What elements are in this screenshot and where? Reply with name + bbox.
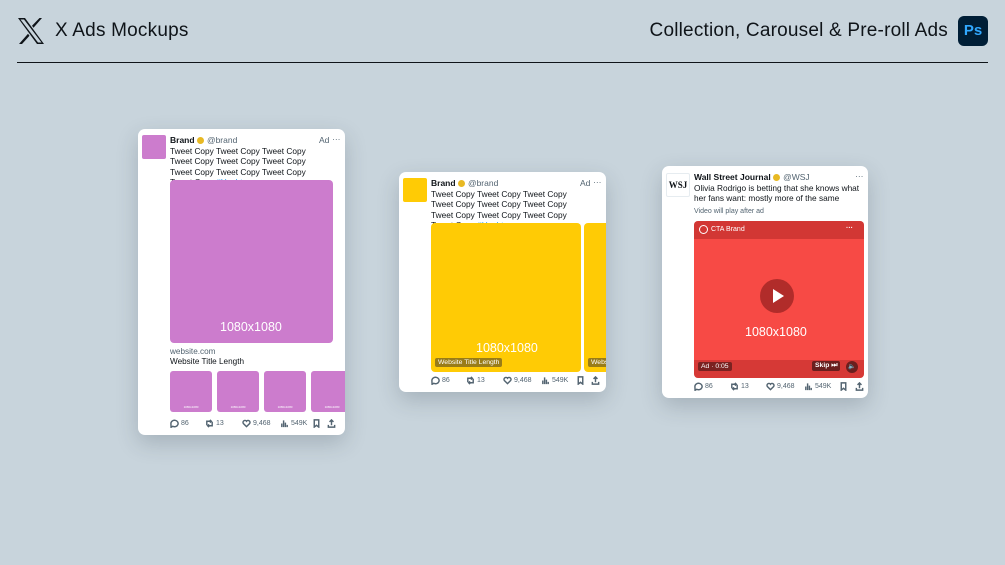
tweet-text: Olivia Rodrigo is betting that she knows… [694,183,860,204]
carousel-slide-next[interactable]: Webs [584,223,606,372]
reply-icon [170,419,179,428]
repost-icon [731,382,738,391]
action-bar: 86 13 9,468 549K [170,419,336,431]
brand-name[interactable]: Brand @brand [170,135,237,145]
repost-icon [467,376,474,385]
more-icon[interactable]: ··· [855,171,864,181]
slide-title-label: Website Title Length [435,358,503,367]
slide-title-label: Webs [588,358,606,367]
share-button[interactable] [855,382,864,391]
skip-button[interactable]: Skip ⏭ [812,361,841,371]
brand-avatar [142,135,166,159]
media-size-label: 1080x1080 [476,341,538,355]
bookmark-icon [313,419,320,428]
media-size-label: 1080x1080 [745,325,807,339]
wsj-avatar: WSJ [666,173,690,197]
preroll-video-player[interactable]: CTA Brand ··· 1080x1080 Ad · 0:05 Skip ⏭… [694,221,864,378]
reply-button[interactable]: 86 [431,376,450,385]
video-more-icon[interactable]: ··· [846,225,853,232]
heart-icon [766,382,775,391]
share-button[interactable] [591,376,600,385]
cta-brand-avatar [699,225,708,234]
video-note: Video will play after ad [694,208,764,215]
website-title[interactable]: Website Title Length [170,357,244,366]
bookmark-icon [840,382,847,391]
bookmark-button[interactable] [312,419,321,428]
reply-icon [694,382,703,391]
page-subtitle: Collection, Carousel & Pre-roll Ads [649,20,948,41]
preroll-ad-card: WSJ Wall Street Journal @WSJ ··· Olivia … [662,166,868,398]
carousel-slide[interactable]: 1080x1080 Website Title Length [431,223,581,372]
share-icon [591,376,600,385]
share-button[interactable] [327,419,336,428]
collection-thumbnail[interactable]: 1080x1080 [264,371,306,412]
more-icon[interactable]: ··· [332,134,341,144]
mute-button[interactable]: 🔈 [846,361,858,373]
share-icon [327,419,336,428]
x-logo-icon [18,18,44,44]
bookmark-button[interactable] [576,376,585,385]
verified-icon [457,179,465,187]
ad-label: Ad [580,178,591,188]
brand-avatar [403,178,427,202]
play-button[interactable] [760,279,794,313]
share-icon [855,382,864,391]
views-icon [281,420,288,428]
media-size-label: 1080x1080 [220,320,282,334]
reply-button[interactable]: 86 [170,419,189,428]
verified-icon [196,136,204,144]
action-bar: 86 13 9,468 549K [431,376,600,388]
header-divider [17,62,988,63]
photoshop-icon: Ps [958,16,988,46]
more-icon[interactable]: ··· [593,177,602,187]
heart-icon [242,419,251,428]
collection-thumbnail[interactable]: 1080x1080 [170,371,212,412]
collection-thumbnail[interactable]: 1080x1080 [311,371,345,412]
page-title: X Ads Mockups [55,20,189,41]
views-button[interactable]: 549K [804,382,831,391]
website-domain[interactable]: website.com [170,347,216,356]
heart-icon [503,376,512,385]
like-button[interactable]: 9,468 [766,382,795,391]
views-button[interactable]: 549K [541,376,568,385]
views-icon [805,383,812,391]
carousel-ad-card: Brand @brand Ad ··· Tweet Copy Tweet Cop… [399,172,606,392]
brand-name[interactable]: Wall Street Journal @WSJ [694,172,810,182]
action-bar: 86 13 9,468 549K [694,382,864,394]
collection-ad-card: Brand @brand Ad ··· Tweet Copy Tweet Cop… [138,129,345,435]
collection-thumbnail[interactable]: 1080x1080 [217,371,259,412]
repost-button[interactable]: 13 [466,376,485,385]
ad-timer: Ad · 0:05 [698,362,732,371]
verified-icon [772,173,780,181]
repost-button[interactable]: 13 [205,419,224,428]
bookmark-icon [577,376,584,385]
like-button[interactable]: 9,468 [242,419,271,428]
repost-icon [206,419,213,428]
reply-button[interactable]: 86 [694,382,713,391]
repost-button[interactable]: 13 [730,382,749,391]
brand-name[interactable]: Brand @brand [431,178,498,188]
mute-icon: 🔈 [848,364,856,370]
collection-hero-media[interactable]: 1080x1080 [170,180,333,343]
skip-icon: ⏭ [831,362,838,369]
views-button[interactable]: 549K [280,419,307,428]
like-button[interactable]: 9,468 [503,376,532,385]
ad-label: Ad [319,135,330,145]
cta-brand-name[interactable]: CTA Brand [711,226,745,233]
views-icon [542,377,549,385]
bookmark-button[interactable] [839,382,848,391]
reply-icon [431,376,440,385]
play-icon [773,289,784,303]
